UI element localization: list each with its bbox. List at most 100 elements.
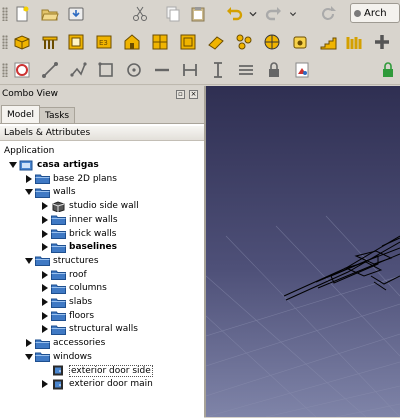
tree-item-label: structural walls [69, 324, 138, 335]
tree-item[interactable]: base 2D plans [24, 172, 117, 186]
collapsed-arrow-icon[interactable] [40, 325, 49, 334]
collapsed-arrow-icon[interactable] [40, 229, 49, 238]
collapsed-arrow-icon[interactable] [24, 174, 33, 183]
snap-dimension-icon[interactable] [68, 60, 88, 80]
tree-item-label: structures [53, 255, 99, 266]
open-icon[interactable] [40, 4, 60, 24]
snap-vertical-icon[interactable] [208, 60, 228, 80]
redo-icon[interactable] [264, 4, 284, 24]
lock-icon[interactable] [264, 60, 284, 80]
float-panel-icon[interactable]: ▫ [176, 90, 185, 99]
collapsed-arrow-icon[interactable] [40, 270, 49, 279]
folder-icon [35, 338, 50, 349]
tree-item[interactable]: exterior door main [40, 377, 153, 391]
copy-icon[interactable] [163, 4, 183, 24]
collapsed-arrow-icon[interactable] [40, 202, 49, 211]
tree-item-label: floors [69, 310, 95, 321]
add-icon[interactable] [372, 32, 392, 52]
collapsed-arrow-icon[interactable] [24, 339, 33, 348]
cut-icon[interactable] [130, 4, 150, 24]
tab-tasks[interactable]: Tasks [39, 107, 76, 123]
panel-icon[interactable] [344, 32, 364, 52]
combo-view-title: Combo View [2, 89, 58, 99]
toolbar-grip[interactable] [2, 7, 8, 21]
tree-item[interactable]: columns [40, 281, 107, 295]
component-icon[interactable] [262, 32, 282, 52]
snap-horizontal-icon[interactable] [152, 60, 172, 80]
tree-item[interactable]: structures [24, 254, 99, 268]
snap-working-plane-icon[interactable] [292, 60, 312, 80]
tree-item[interactable]: walls [24, 185, 76, 199]
application-node[interactable]: Application [4, 144, 54, 158]
labels-attributes-header[interactable]: Labels & Attributes [0, 126, 204, 141]
close-icon[interactable]: × [189, 90, 198, 99]
3d-viewport[interactable] [206, 86, 400, 417]
section-plane-icon[interactable]: E3 [94, 32, 114, 52]
refresh-icon[interactable] [318, 4, 338, 24]
folder-icon [51, 269, 66, 281]
tree-item[interactable]: inner walls [40, 213, 118, 227]
svg-text:E3: E3 [99, 39, 108, 47]
expanded-arrow-icon[interactable] [8, 161, 17, 170]
roof-icon[interactable] [178, 32, 198, 52]
expanded-arrow-icon[interactable] [24, 188, 33, 197]
new-document-icon[interactable] [12, 4, 32, 24]
tree-item[interactable]: brick walls [40, 227, 117, 241]
lock-green-icon[interactable] [380, 60, 398, 80]
folder-icon [35, 187, 50, 198]
expanded-arrow-icon[interactable] [24, 352, 33, 361]
tree-item[interactable]: studio side wall [40, 199, 139, 213]
redo-dropdown-icon[interactable] [287, 4, 299, 24]
tree-item[interactable]: casa artigas [8, 158, 99, 172]
axes-icon[interactable] [206, 32, 226, 52]
folder-icon [35, 351, 50, 363]
toolbar-grip[interactable] [2, 35, 8, 49]
collapsed-arrow-icon[interactable] [40, 380, 49, 389]
snap-lock-icon[interactable] [12, 60, 32, 80]
stairs-icon[interactable] [290, 32, 310, 52]
tree-item[interactable]: baselines [40, 240, 117, 254]
floor-icon[interactable] [150, 32, 170, 52]
tree-item[interactable]: floors [40, 309, 94, 323]
tree-item-label: inner walls [69, 214, 118, 225]
collapsed-arrow-icon[interactable] [40, 243, 49, 252]
snap-circle-icon[interactable] [124, 60, 144, 80]
collapsed-arrow-icon[interactable] [40, 284, 49, 293]
wall-icon[interactable] [12, 32, 32, 52]
tree-item-label: roof [69, 269, 87, 280]
snap-line-icon[interactable] [40, 60, 60, 80]
expanded-arrow-icon[interactable] [24, 256, 33, 265]
tree-item-label: base 2D plans [53, 173, 117, 184]
undo-dropdown-icon[interactable] [246, 4, 260, 24]
site-icon[interactable] [234, 32, 254, 52]
tree-item[interactable]: accessories [24, 336, 105, 350]
building-icon[interactable] [122, 32, 142, 52]
structure-icon[interactable] [40, 32, 60, 52]
tree-item[interactable]: exterior door side [40, 364, 153, 378]
tree-item-label: walls [53, 187, 76, 198]
tree-item-label: windows [53, 351, 92, 362]
paste-icon[interactable] [188, 4, 208, 24]
tree-item[interactable]: windows [24, 350, 92, 364]
workbench-label: Arch [364, 7, 387, 19]
toolbar-grip[interactable] [2, 63, 8, 77]
workbench-selector[interactable]: Arch [350, 3, 400, 23]
tree-item[interactable]: roof [40, 268, 87, 282]
space-icon[interactable] [318, 32, 338, 52]
door-object-icon [51, 365, 66, 376]
tree-item-label: casa artigas [37, 160, 99, 170]
undo-icon[interactable] [224, 4, 244, 24]
collapsed-arrow-icon[interactable] [40, 311, 49, 320]
snap-rectangle-icon[interactable] [96, 60, 116, 80]
collapsed-arrow-icon[interactable] [40, 298, 49, 307]
snap-parallel-icon[interactable] [236, 60, 256, 80]
save-icon[interactable] [66, 4, 86, 24]
collapsed-arrow-icon[interactable] [40, 215, 49, 224]
main-toolbar: Arch [0, 0, 400, 29]
snap-endpoint-icon[interactable] [180, 60, 200, 80]
window-icon[interactable] [66, 32, 86, 52]
tree-item[interactable]: slabs [40, 295, 92, 309]
tab-model[interactable]: Model [1, 105, 41, 123]
tree-item[interactable]: structural walls [40, 322, 138, 336]
workbench-icon [354, 9, 361, 17]
